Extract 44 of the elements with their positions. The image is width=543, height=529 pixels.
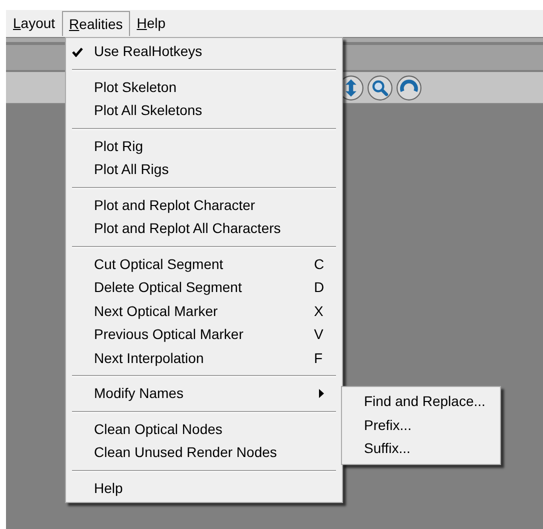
menu-item[interactable]: Next Interpolation F	[66, 346, 342, 370]
menu-item-label: Use RealHotkeys	[94, 42, 204, 62]
menu-item[interactable]: Use RealHotkeys	[66, 40, 342, 64]
menu-item[interactable]: Cut Optical Segment C	[66, 252, 342, 276]
shortcut-key: F	[314, 348, 328, 369]
menu-item[interactable]: Modify Names	[66, 382, 342, 406]
menu-item-label: Plot and Replot All Characters	[94, 219, 282, 238]
menu-item-label: Next Optical Marker	[94, 302, 219, 321]
shortcut-key: D	[314, 277, 328, 298]
menu-bar-item[interactable]: Help	[130, 11, 173, 36]
menu-item[interactable]: Plot and Replot Character	[66, 194, 342, 217]
menu-item-label: Plot All Rigs	[94, 160, 170, 180]
menu-item[interactable]: Help	[66, 476, 342, 500]
shortcut-key: X	[314, 300, 328, 322]
menu-item[interactable]: Plot and Replot All Characters	[66, 217, 342, 240]
menu-item-label: Plot Rig	[94, 136, 144, 156]
submenu-item[interactable]: Prefix...	[342, 414, 500, 437]
menu-item[interactable]: Previous Optical Marker V	[66, 323, 342, 346]
menu-item-label: Help	[94, 478, 124, 498]
menu-bar-item[interactable]: Realities	[62, 11, 130, 36]
menu-item[interactable]: Plot All Rigs	[66, 158, 342, 182]
submenu-item[interactable]: Suffix...	[342, 437, 500, 460]
menu-item-label: Modify Names	[94, 384, 184, 404]
menu-item[interactable]: Plot Rig	[66, 134, 342, 158]
shortcut-key: V	[314, 324, 328, 346]
menu-item-label: Previous Optical Marker	[94, 325, 244, 344]
menu-item-label: Plot All Skeletons	[94, 101, 204, 120]
submenu-item[interactable]: Find and Replace...	[342, 390, 500, 414]
search-icon[interactable]	[367, 74, 393, 100]
menu-item-label: Plot Skeleton	[94, 78, 178, 97]
menu-item-label: Clean Unused Render Nodes	[94, 443, 278, 462]
menu-item-label: Delete Optical Segment	[94, 278, 243, 298]
menu-item[interactable]: Clean Optical Nodes	[66, 418, 342, 441]
menu-item-label: Next Interpolation	[94, 348, 205, 368]
menu-bar-item[interactable]: Layout	[6, 11, 62, 36]
menu-item-label: Cut Optical Segment	[94, 254, 224, 274]
menu-item[interactable]: Next Optical Marker X	[66, 300, 342, 323]
menu-item[interactable]: Delete Optical Segment D	[66, 276, 342, 300]
menu-item[interactable]: Clean Unused Render Nodes	[66, 441, 342, 464]
rotate-icon[interactable]	[396, 74, 422, 100]
menu-item-label: Plot and Replot Character	[94, 196, 256, 215]
menu-item-label: Clean Optical Nodes	[94, 420, 224, 439]
shortcut-key: C	[314, 254, 328, 275]
menu-item[interactable]: Plot All Skeletons	[66, 99, 342, 122]
